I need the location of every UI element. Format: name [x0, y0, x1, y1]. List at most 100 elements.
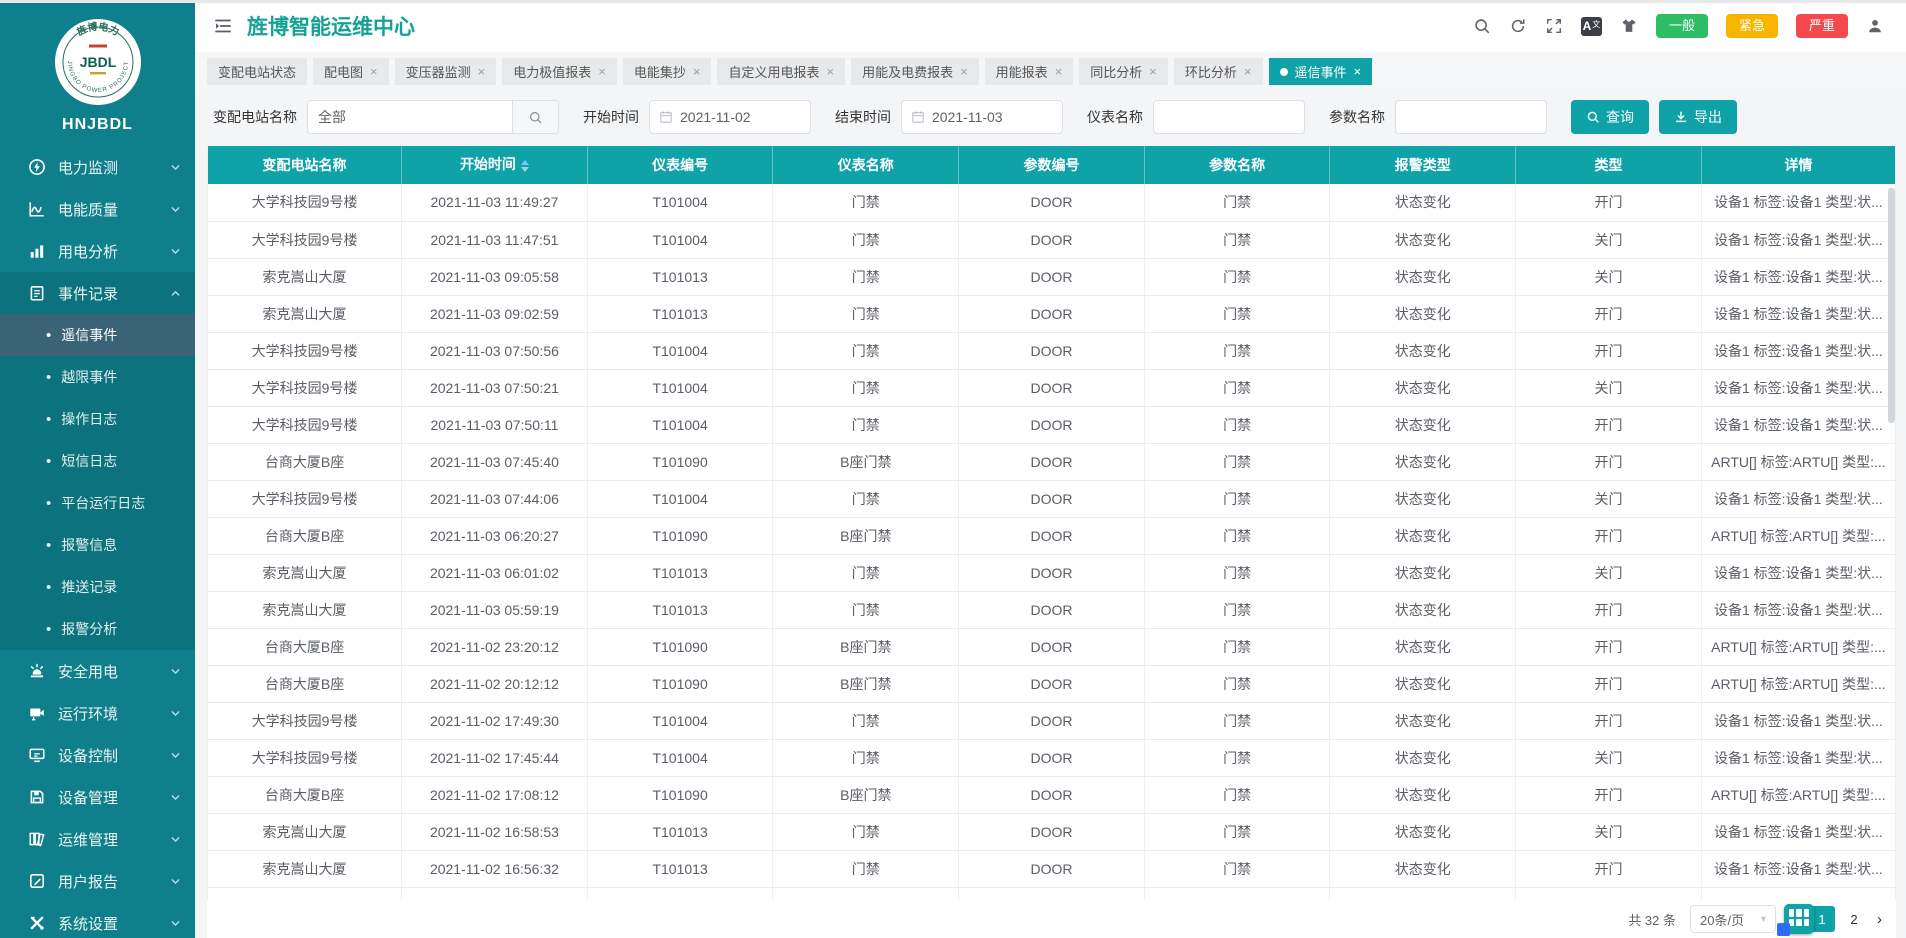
sort-icon[interactable]	[521, 156, 529, 176]
table-cell: 门禁	[1144, 554, 1330, 591]
table-row[interactable]: 索克嵩山大厦2021-11-02 16:58:53T101013门禁DOOR门禁…	[208, 813, 1896, 850]
sidebar-item-电力监测[interactable]: 电力监测	[0, 146, 195, 188]
close-icon[interactable]: ×	[826, 65, 834, 78]
sidebar-item-事件记录[interactable]: 事件记录	[0, 272, 195, 314]
sidebar-item-运维管理[interactable]: 运维管理	[0, 818, 195, 860]
table-row[interactable]: 索克嵩山大厦2021-11-02 16:56:32T101013门禁DOOR门禁…	[208, 850, 1896, 887]
table-row[interactable]: 大学科技园9号楼2021-11-03 07:50:56T101004门禁DOOR…	[208, 332, 1896, 369]
sidebar-item-设备管理[interactable]: 设备管理	[0, 776, 195, 818]
table-cell: 状态变化	[1330, 554, 1516, 591]
scrollbar-thumb[interactable]	[1888, 188, 1895, 423]
sidebar-item-设备控制[interactable]: 设备控制	[0, 734, 195, 776]
tab-同比分析[interactable]: 同比分析×	[1079, 58, 1168, 85]
table-row[interactable]: 大学科技园9号楼2021-11-03 11:47:51T101004门禁DOOR…	[208, 221, 1896, 258]
table-row[interactable]: 台商大厦B座2021-11-03 07:45:40T101090B座门禁DOOR…	[208, 443, 1896, 480]
sidebar-subitem-报警分析[interactable]: •报警分析	[0, 608, 195, 650]
fullscreen-icon[interactable]	[1545, 17, 1563, 35]
events-table: 变配电站名称开始时间仪表编号仪表名称参数编号参数名称报警类型类型详情 大学科技园…	[207, 146, 1896, 900]
menu-toggle-icon[interactable]	[213, 16, 233, 36]
translate-icon[interactable]: A文	[1581, 17, 1602, 36]
tab-遥信事件[interactable]: 遥信事件×	[1269, 58, 1373, 85]
sidebar-item-电能质量[interactable]: 电能质量	[0, 188, 195, 230]
table-row[interactable]: 大学科技园9号楼2021-11-02 17:45:44T101004门禁DOOR…	[208, 739, 1896, 776]
table-row[interactable]: 索克嵩山大厦2021-11-03 05:59:19T101013门禁DOOR门禁…	[208, 591, 1896, 628]
table-row[interactable]: 台商大厦B座2021-11-02 17:08:12T101090B座门禁DOOR…	[208, 776, 1896, 813]
station-select[interactable]	[307, 100, 559, 134]
sidebar-subitem-报警信息[interactable]: •报警信息	[0, 524, 195, 566]
end-date-picker[interactable]	[901, 100, 1063, 134]
sidebar-subitem-越限事件[interactable]: •越限事件	[0, 356, 195, 398]
column-header-仪表名称: 仪表名称	[773, 146, 959, 184]
close-icon[interactable]: ×	[1055, 65, 1063, 78]
table-row[interactable]: 索克嵩山大厦2021-11-03 09:02:59T101013门禁DOOR门禁…	[208, 295, 1896, 332]
table-row[interactable]: 索克嵩山大厦2021-11-03 09:05:58T101013门禁DOOR门禁…	[208, 258, 1896, 295]
sidebar-item-系统设置[interactable]: 系统设置	[0, 902, 195, 938]
table-cell: 状态变化	[1330, 813, 1516, 850]
close-icon[interactable]: ×	[693, 65, 701, 78]
close-icon[interactable]: ×	[1149, 65, 1157, 78]
sidebar-subitem-操作日志[interactable]: •操作日志	[0, 398, 195, 440]
page-button-2[interactable]: 2	[1841, 906, 1867, 932]
table-cell: 门禁	[1144, 332, 1330, 369]
tab-变压器监测[interactable]: 变压器监测×	[395, 58, 497, 85]
station-search-button[interactable]	[512, 101, 558, 133]
search-icon[interactable]	[1473, 17, 1491, 35]
sidebar-subitem-短信日志[interactable]: •短信日志	[0, 440, 195, 482]
table-row[interactable]: 大学科技园9号楼2021-11-03 07:50:11T101004门禁DOOR…	[208, 406, 1896, 443]
table-cell: B座门禁	[773, 517, 959, 554]
tab-电力极值报表[interactable]: 电力极值报表×	[502, 58, 617, 85]
tab-用能及电费报表[interactable]: 用能及电费报表×	[851, 58, 979, 85]
table-row[interactable]: 大学科技园9号楼2021-11-03 07:50:21T101004门禁DOOR…	[208, 369, 1896, 406]
table-row[interactable]: 台商大厦B座2021-11-02 23:20:12T101090B座门禁DOOR…	[208, 628, 1896, 665]
app-root: 旌博电力 JINGBO POWER PROJECT JBDL HNJBDL 电力…	[0, 0, 1906, 938]
start-date-picker[interactable]	[649, 100, 811, 134]
table-row[interactable]: 大学科技园9号楼2021-11-03 07:44:06T101004门禁DOOR…	[208, 480, 1896, 517]
table-row[interactable]: 大学科技园9号楼2021-11-03 11:49:27T101004门禁DOOR…	[208, 184, 1896, 221]
sidebar-item-用户报告[interactable]: 用户报告	[0, 860, 195, 902]
refresh-icon[interactable]	[1509, 17, 1527, 35]
theme-icon[interactable]	[1620, 17, 1638, 35]
tab-变配电站状态[interactable]: 变配电站状态	[207, 58, 307, 85]
end-date-input[interactable]	[932, 109, 1053, 125]
user-icon[interactable]	[1866, 17, 1884, 35]
tab-电能集抄[interactable]: 电能集抄×	[623, 58, 712, 85]
close-icon[interactable]: ×	[1354, 65, 1362, 78]
close-icon[interactable]: ×	[960, 65, 968, 78]
table-row[interactable]: 台商大厦B座2021-11-02 20:12:12T101090B座门禁DOOR…	[208, 665, 1896, 702]
sidebar-subitem-平台运行日志[interactable]: •平台运行日志	[0, 482, 195, 524]
meter-name-input[interactable]	[1153, 100, 1305, 134]
sidebar-item-运行环境[interactable]: 运行环境	[0, 692, 195, 734]
table-cell: 设备1 标签:设备1 类型:状...	[1701, 184, 1895, 221]
tab-自定义用电报表[interactable]: 自定义用电报表×	[717, 58, 845, 85]
sidebar-subitem-推送记录[interactable]: •推送记录	[0, 566, 195, 608]
table-cell: 开门	[1516, 702, 1702, 739]
alarm-level-badge[interactable]: 严重	[1796, 14, 1848, 38]
tab-环比分析[interactable]: 环比分析×	[1174, 58, 1263, 85]
alarm-level-badge[interactable]: 紧急	[1726, 14, 1778, 38]
table-row[interactable]: 大学科技园9号楼2021-11-02 17:49:30T101004门禁DOOR…	[208, 702, 1896, 739]
start-date-input[interactable]	[680, 109, 801, 125]
station-input[interactable]	[308, 101, 512, 133]
close-icon[interactable]: ×	[1244, 65, 1252, 78]
table-row[interactable]: 台商大厦B座2021-11-03 06:20:27T101090B座门禁DOOR…	[208, 517, 1896, 554]
main-content: 旌博智能运维中心 A文一般紧急严重 变配电站状态配电图×变压器监测×电力极值报表…	[195, 0, 1906, 938]
param-name-input[interactable]	[1395, 100, 1547, 134]
table-cell: 设备1 标签:设备1 类型:状...	[1701, 702, 1895, 739]
next-page-button[interactable]: ›	[1873, 912, 1886, 927]
query-button[interactable]: 查询	[1571, 100, 1649, 134]
table-row[interactable]: 索克嵩山大厦2021-11-03 06:01:02T101013门禁DOOR门禁…	[208, 554, 1896, 591]
export-button[interactable]: 导出	[1659, 100, 1737, 134]
alarm-level-badge[interactable]: 一般	[1656, 14, 1708, 38]
sidebar-item-安全用电[interactable]: 安全用电	[0, 650, 195, 692]
sidebar-subitem-遥信事件[interactable]: •遥信事件	[0, 314, 195, 356]
column-header-开始时间[interactable]: 开始时间	[402, 146, 588, 184]
sidebar-item-label: 事件记录	[58, 283, 118, 304]
ime-widget-icon[interactable]	[1784, 904, 1814, 934]
close-icon[interactable]: ×	[478, 65, 486, 78]
sidebar-item-用电分析[interactable]: 用电分析	[0, 230, 195, 272]
tab-配电图[interactable]: 配电图×	[313, 58, 389, 85]
close-icon[interactable]: ×	[598, 65, 606, 78]
page-size-select[interactable]: 20条/页 ▾	[1690, 905, 1776, 933]
close-icon[interactable]: ×	[370, 65, 378, 78]
tab-用能报表[interactable]: 用能报表×	[985, 58, 1074, 85]
